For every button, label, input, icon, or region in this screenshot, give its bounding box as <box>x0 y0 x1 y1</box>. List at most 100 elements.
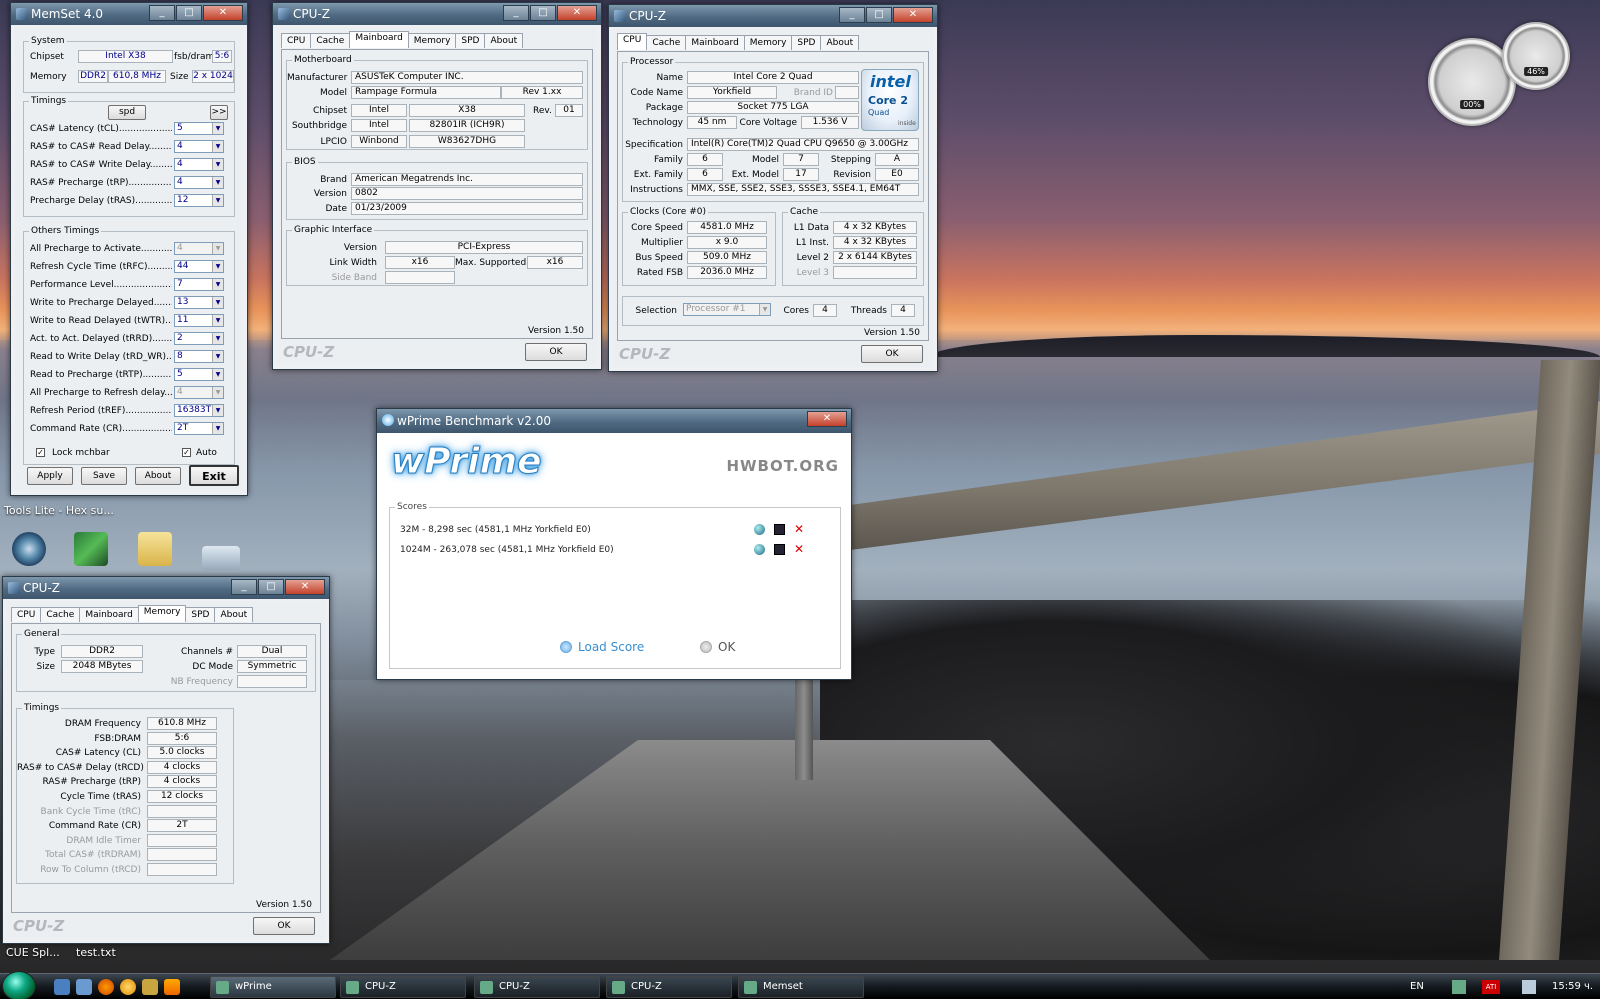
browser-icon[interactable] <box>120 979 136 995</box>
lock-mchbar-checkbox[interactable]: ✓ <box>36 448 45 457</box>
ok-button[interactable]: OK <box>525 343 587 361</box>
taskbar-item[interactable]: CPU-Z <box>340 976 466 998</box>
timing-select[interactable]: 5 ▼ <box>174 368 224 381</box>
vlc-icon[interactable] <box>164 979 180 995</box>
save-icon[interactable] <box>774 544 785 555</box>
memset-window[interactable]: MemSet 4.0 _ □ ✕ System Chipset Intel X38 … <box>10 2 248 496</box>
ok-radio[interactable] <box>700 641 712 653</box>
expand-button[interactable]: >> <box>210 105 228 120</box>
timing-select[interactable]: 13 ▼ <box>174 296 224 309</box>
maximize-button[interactable]: □ <box>176 5 202 21</box>
wprime-window[interactable]: wPrime Benchmark v2.00 ✕ wPrime HWBOT.OR… <box>376 408 852 680</box>
taskbar-item[interactable]: wPrime Benchmark... <box>210 976 336 998</box>
timing-select[interactable]: 12 ▼ <box>174 194 224 207</box>
timing-select[interactable]: 4 ▼ <box>174 176 224 189</box>
close-button[interactable]: ✕ <box>285 579 325 595</box>
save-button[interactable]: Save <box>81 467 127 485</box>
window-desktop-icon[interactable] <box>202 546 240 570</box>
timing-select[interactable]: 2T ▼ <box>174 422 224 435</box>
close-button[interactable]: ✕ <box>807 411 847 427</box>
cpuz-memory-window[interactable]: CPU-Z _ □ ✕ CPU Cache Mainboard Memory SPD Abou… <box>2 576 330 944</box>
language-indicator[interactable]: EN <box>1410 981 1424 992</box>
ok-button[interactable]: OK <box>253 917 315 935</box>
gear-desktop-icon[interactable] <box>12 532 46 566</box>
cpuz-memory-titlebar[interactable]: CPU-Z _ □ ✕ <box>3 577 329 599</box>
tab-about[interactable]: About <box>214 607 254 622</box>
globe-icon[interactable] <box>754 524 765 535</box>
taskbar-item[interactable]: Memset <box>738 976 864 998</box>
taskbar-item[interactable]: CPU-Z <box>606 976 732 998</box>
minimize-button[interactable]: _ <box>839 7 865 23</box>
timing-select[interactable]: 2 ▼ <box>174 332 224 345</box>
load-score-link[interactable]: Load Score <box>578 640 644 654</box>
motherboard-desktop-icon[interactable] <box>74 532 108 566</box>
tab-mainboard[interactable]: Mainboard <box>79 607 139 622</box>
about-button[interactable]: About <box>135 467 181 485</box>
timing-select[interactable]: 11 ▼ <box>174 314 224 327</box>
window-switcher-icon[interactable] <box>76 979 92 995</box>
ati-tray-icon[interactable]: ATI <box>1482 980 1500 994</box>
tab-cache[interactable]: Cache <box>646 35 687 50</box>
tab-memory[interactable]: Memory <box>743 35 793 50</box>
tab-memory[interactable]: Memory <box>137 605 187 622</box>
exit-button[interactable]: Exit <box>189 465 239 486</box>
minimize-button[interactable]: _ <box>149 5 175 21</box>
save-icon[interactable] <box>774 524 785 535</box>
cpuz-cpu-window[interactable]: CPU-Z _ □ ✕ CPU Cache Mainboard Memory SPD Abou… <box>608 4 938 372</box>
wprime-titlebar[interactable]: wPrime Benchmark v2.00 ✕ <box>377 409 851 433</box>
tab-spd[interactable]: SPD <box>185 607 216 622</box>
spd-button[interactable]: spd <box>108 105 146 120</box>
timing-select[interactable]: 4 ▼ <box>174 140 224 153</box>
timing-select[interactable]: 7 ▼ <box>174 278 224 291</box>
timing-select[interactable]: 4 ▼ <box>174 386 224 399</box>
delete-icon[interactable]: ✕ <box>794 522 804 536</box>
auto-checkbox[interactable]: ✓ <box>182 448 191 457</box>
desktop-label-cue[interactable]: CUE Spl... <box>6 946 60 959</box>
show-desktop-icon[interactable] <box>54 979 70 995</box>
ok-link[interactable]: OK <box>718 640 735 654</box>
tab-spd[interactable]: SPD <box>455 33 486 48</box>
maximize-button[interactable]: □ <box>866 7 892 23</box>
close-button[interactable]: ✕ <box>893 7 933 23</box>
maximize-button[interactable]: □ <box>258 579 284 595</box>
memset-titlebar[interactable]: MemSet 4.0 _ □ ✕ <box>11 3 247 25</box>
timing-select[interactable]: 16383T ▼ <box>174 404 224 417</box>
tab-cpu[interactable]: CPU <box>617 33 648 50</box>
cpuz-mainboard-window[interactable]: CPU-Z _ □ ✕ CPU Cache Mainboard Memory SPD Abou… <box>272 2 602 370</box>
tab-cache[interactable]: Cache <box>40 607 81 622</box>
cpuz-mainboard-titlebar[interactable]: CPU-Z _ □ ✕ <box>273 3 601 25</box>
apply-button[interactable]: Apply <box>27 467 73 485</box>
timing-select[interactable]: 44 ▼ <box>174 260 224 273</box>
volume-tray-icon[interactable] <box>1522 980 1536 994</box>
minimize-button[interactable]: _ <box>231 579 257 595</box>
processor-select[interactable]: Processor #1 ▼ <box>683 303 771 316</box>
minimize-button[interactable]: _ <box>503 5 529 21</box>
folder-desktop-icon[interactable] <box>138 532 172 566</box>
tab-spd[interactable]: SPD <box>791 35 822 50</box>
memory-meter-gadget[interactable]: 46% <box>1502 22 1570 90</box>
tab-cpu[interactable]: CPU <box>281 33 312 48</box>
desktop-label-tools[interactable]: Tools Lite - Hex su... <box>4 504 114 517</box>
clock[interactable]: 15:59 ч. <box>1552 981 1593 992</box>
taskbar-item[interactable]: CPU-Z <box>474 976 600 998</box>
tab-mainboard[interactable]: Mainboard <box>685 35 745 50</box>
close-button[interactable]: ✕ <box>557 5 597 21</box>
ok-button[interactable]: OK <box>861 345 923 363</box>
tab-about[interactable]: About <box>820 35 860 50</box>
timing-select[interactable]: 8 ▼ <box>174 350 224 363</box>
timing-select[interactable]: 4 ▼ <box>174 242 224 255</box>
tab-about[interactable]: About <box>484 33 524 48</box>
tab-cache[interactable]: Cache <box>310 33 351 48</box>
cpuz-cpu-titlebar[interactable]: CPU-Z _ □ ✕ <box>609 5 937 27</box>
timing-select[interactable]: 4 ▼ <box>174 158 224 171</box>
globe-icon[interactable] <box>754 544 765 555</box>
delete-icon[interactable]: ✕ <box>794 542 804 556</box>
tab-mainboard[interactable]: Mainboard <box>349 31 409 48</box>
start-button[interactable] <box>2 971 36 999</box>
desktop-label-test-txt[interactable]: test.txt <box>76 946 116 959</box>
network-tray-icon[interactable] <box>1452 980 1466 994</box>
tab-cpu[interactable]: CPU <box>11 607 42 622</box>
firefox-icon[interactable] <box>98 979 114 995</box>
tool-icon[interactable] <box>142 979 158 995</box>
load-score-radio[interactable] <box>560 641 572 653</box>
